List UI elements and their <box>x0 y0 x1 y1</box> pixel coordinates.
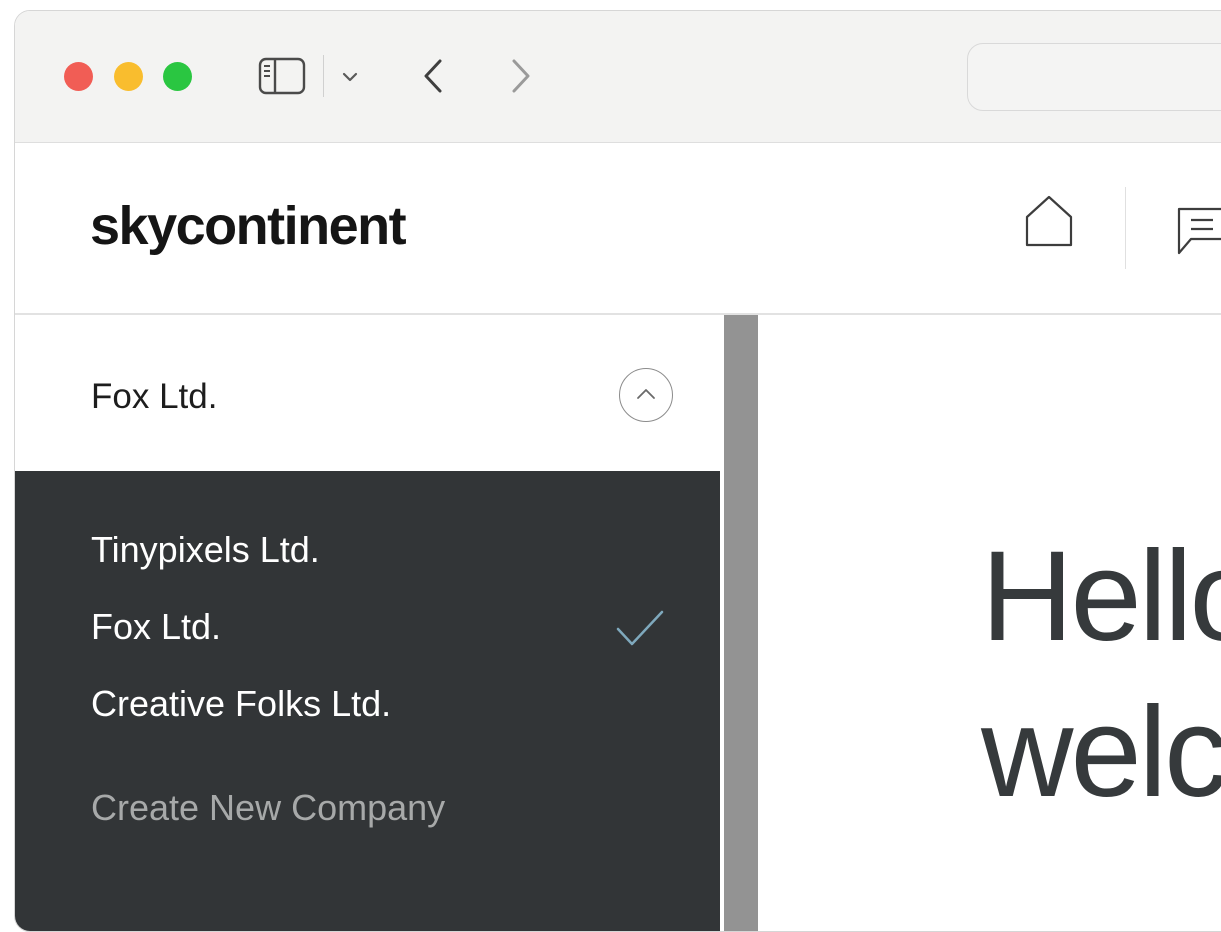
address-bar[interactable] <box>967 43 1221 111</box>
back-arrow-icon[interactable] <box>419 57 447 95</box>
main-content: Hello welcome <box>758 315 1221 931</box>
browser-toolbar <box>15 11 1221 143</box>
chat-icon[interactable] <box>1173 203 1221 259</box>
toolbar-divider <box>323 55 324 97</box>
greeting-line-1: Hello <box>981 525 1221 668</box>
company-switcher-header[interactable]: Fox Ltd. <box>15 315 722 469</box>
current-company-label: Fox Ltd. <box>91 377 218 416</box>
sidebar-scrollbar[interactable] <box>724 315 758 931</box>
company-menu: Tinypixels Ltd. Fox Ltd. Creative Folks … <box>15 471 720 931</box>
header-divider <box>1125 187 1126 269</box>
company-item-tinypixels[interactable]: Tinypixels Ltd. <box>91 529 320 571</box>
home-icon[interactable] <box>1021 193 1077 253</box>
zoom-window-button[interactable] <box>163 62 192 91</box>
create-new-company-link[interactable]: Create New Company <box>91 787 445 829</box>
site-header: skycontinent <box>15 143 1221 315</box>
minimize-window-button[interactable] <box>114 62 143 91</box>
browser-window: skycontinent Fox Ltd. Tinypixels Ltd. Fo… <box>14 10 1221 932</box>
checkmark-icon <box>616 610 664 646</box>
site-logo[interactable]: skycontinent <box>90 195 407 257</box>
company-item-creative-folks[interactable]: Creative Folks Ltd. <box>91 683 391 725</box>
chevron-down-icon[interactable] <box>340 67 360 87</box>
company-sidebar: Fox Ltd. Tinypixels Ltd. Fox Ltd. Creati… <box>15 315 722 931</box>
forward-arrow-icon[interactable] <box>507 57 535 95</box>
collapse-company-list-button[interactable] <box>619 368 673 422</box>
sidebar-toggle-icon[interactable] <box>258 56 306 96</box>
close-window-button[interactable] <box>64 62 93 91</box>
greeting-line-2: welcome <box>981 681 1221 824</box>
company-item-fox[interactable]: Fox Ltd. <box>91 606 221 648</box>
chevron-up-icon <box>637 389 655 399</box>
